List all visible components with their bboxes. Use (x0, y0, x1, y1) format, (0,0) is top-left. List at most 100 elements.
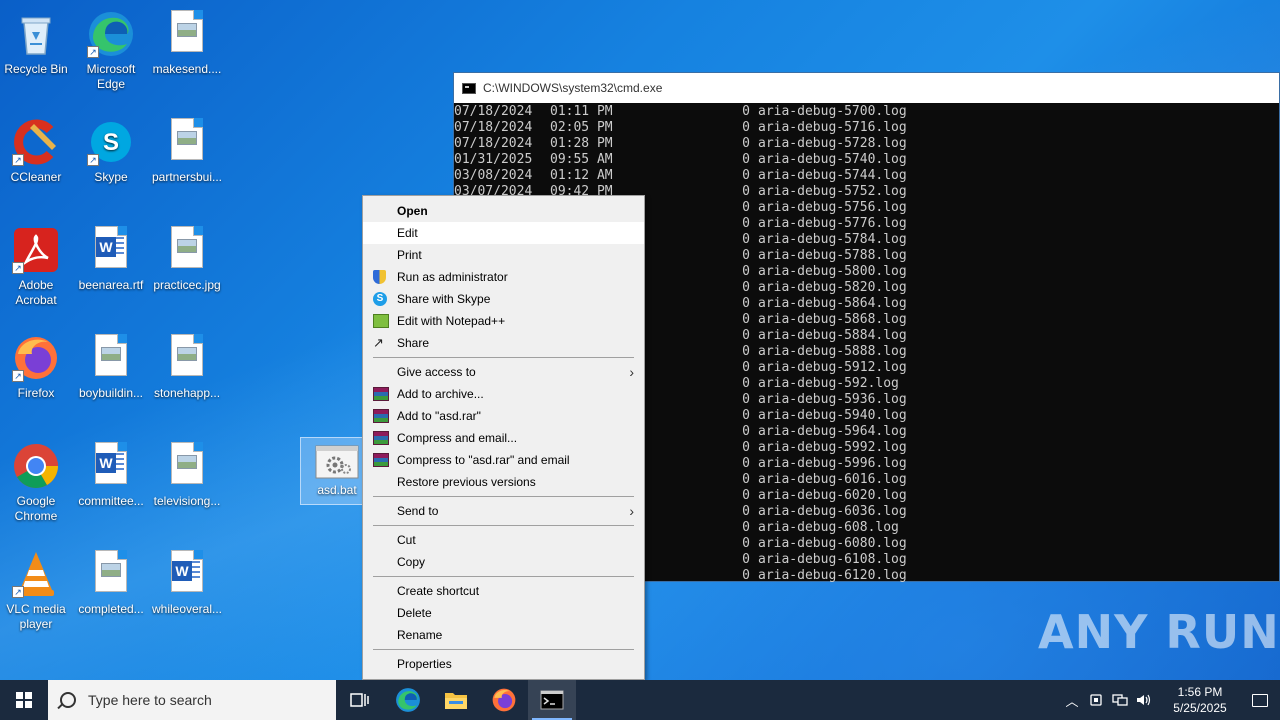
taskbar-firefox-button[interactable] (480, 680, 528, 720)
menu-item-print[interactable]: Print (363, 244, 644, 266)
menu-item-cut[interactable]: Cut (363, 529, 644, 551)
cmd-size: 0 (742, 456, 750, 471)
cmd-titlebar[interactable]: C:\WINDOWS\system32\cmd.exe (454, 73, 1279, 103)
desktop-icon-beenarea-rtf[interactable]: W beenarea.rtf (73, 220, 149, 320)
network-icon[interactable] (1108, 680, 1132, 720)
firefox-icon (492, 688, 516, 712)
menu-item-label: Run as administrator (397, 270, 508, 284)
menu-item-compress-to-asd-rar-and-email[interactable]: Compress to "asd.rar" and email (363, 449, 644, 471)
menu-item-label: Give access to (397, 365, 476, 379)
desktop-icon-label: stonehapp... (153, 386, 221, 400)
cmd-name: aria-debug-5912.log (758, 360, 907, 375)
taskbar-edge-button[interactable] (384, 680, 432, 720)
menu-separator (363, 646, 644, 653)
menu-item-give-access-to[interactable]: Give access to › (363, 361, 644, 383)
desktop-icon-whileoveral[interactable]: W whileoveral... (149, 544, 225, 644)
cmd-name: aria-debug-6108.log (758, 552, 907, 567)
menu-item-label: Open (397, 204, 428, 218)
desktop-icon-label: Recycle Bin (4, 62, 68, 76)
notification-center-button[interactable] (1240, 680, 1280, 720)
desktop-icon-label: partnersbui... (151, 170, 223, 184)
desktop-icon-committee[interactable]: W committee... (73, 436, 149, 536)
cmd-size: 0 (742, 280, 750, 295)
desktop-icon-stonehapp[interactable]: stonehapp... (149, 328, 225, 428)
desktop-icon-makesend[interactable]: makesend.... (149, 4, 225, 104)
menu-item-add-to-asd-rar[interactable]: Add to "asd.rar" (363, 405, 644, 427)
desktop-icon-completed[interactable]: completed... (73, 544, 149, 644)
menu-item-label: Delete (397, 606, 432, 620)
desktop-icon-boybuildin[interactable]: boybuildin... (73, 328, 149, 428)
image-file-icon (163, 118, 211, 166)
menu-item-label: Add to "asd.rar" (397, 409, 481, 423)
shortcut-arrow-icon: ↗ (87, 46, 99, 58)
folder-icon (445, 693, 467, 709)
menu-item-compress-and-email[interactable]: Compress and email... (363, 427, 644, 449)
menu-separator (363, 573, 644, 580)
desktop-icon-firefox[interactable]: ↗ Firefox (0, 328, 74, 428)
winrar-icon (373, 387, 389, 401)
taskbar-cmd-button[interactable] (528, 680, 576, 720)
cmd-date: 07/18/2024 (454, 120, 533, 135)
cmd-output-line: 07/18/2024 01:11 PM 0 aria-debug-5700.log (454, 104, 1279, 120)
menu-item-label: Rename (397, 628, 443, 642)
menu-item-share[interactable]: ↗ Share (363, 332, 644, 354)
shortcut-arrow-icon: ↗ (87, 154, 99, 166)
taskbar-clock[interactable]: 1:56 PM 5/25/2025 (1160, 684, 1240, 716)
cmd-output-line: 07/18/2024 02:05 PM 0 aria-debug-5716.log (454, 120, 1279, 136)
desktop-icon-label: makesend.... (152, 62, 222, 76)
desktop-icon-televisiong[interactable]: televisiong... (149, 436, 225, 536)
menu-item-properties[interactable]: Properties (363, 653, 644, 675)
taskbar-file-explorer-button[interactable] (432, 680, 480, 720)
taskbar-search-box[interactable]: Type here to search (48, 680, 336, 720)
menu-item-restore-previous-versions[interactable]: Restore previous versions (363, 471, 644, 493)
cmd-output-line: 07/18/2024 01:28 PM 0 aria-debug-5728.log (454, 136, 1279, 152)
desktop-icon-microsoft-edge[interactable]: ↗ Microsoft Edge (73, 4, 149, 104)
cmd-name: aria-debug-5992.log (758, 440, 907, 455)
desktop-icon-partnersbui[interactable]: partnersbui... (149, 112, 225, 212)
menu-item-copy[interactable]: Copy (363, 551, 644, 573)
chevron-right-icon: › (629, 364, 634, 380)
menu-item-run-as-administrator[interactable]: Run as administrator (363, 266, 644, 288)
start-button[interactable] (0, 680, 48, 720)
desktop-icon-ccleaner[interactable]: ↗ CCleaner (0, 112, 74, 212)
skype-icon: S ↗ (87, 118, 135, 166)
desktop-icon-google-chrome[interactable]: Google Chrome (0, 436, 74, 536)
cmd-size: 0 (742, 536, 750, 551)
desktop-icon-label: whileoveral... (151, 602, 223, 616)
menu-item-edit[interactable]: Edit (363, 222, 644, 244)
recycle-bin-icon (12, 10, 60, 58)
cmd-size: 0 (742, 552, 750, 567)
cmd-name: aria-debug-6016.log (758, 472, 907, 487)
cmd-size: 0 (742, 104, 750, 119)
menu-item-create-shortcut[interactable]: Create shortcut (363, 580, 644, 602)
edge-icon (396, 688, 420, 712)
cmd-name: aria-debug-5784.log (758, 232, 907, 247)
menu-item-open[interactable]: Open (363, 200, 644, 222)
desktop-icon-skype[interactable]: S ↗ Skype (73, 112, 149, 212)
chevron-up-icon[interactable]: ︿ (1060, 680, 1084, 720)
device-icon[interactable] (1084, 680, 1108, 720)
menu-item-share-with-skype[interactable]: S Share with Skype (363, 288, 644, 310)
menu-item-delete[interactable]: Delete (363, 602, 644, 624)
desktop-icon-adobe-acrobat[interactable]: ↗ Adobe Acrobat (0, 220, 74, 320)
cmd-name: aria-debug-5868.log (758, 312, 907, 327)
cmd-size: 0 (742, 232, 750, 247)
desktop-icon-practicec-jpg[interactable]: practicec.jpg (149, 220, 225, 320)
volume-icon[interactable] (1132, 680, 1156, 720)
desktop-icon-vlc[interactable]: ↗ VLC media player (0, 544, 74, 644)
menu-item-rename[interactable]: Rename (363, 624, 644, 646)
cmd-name: aria-debug-5744.log (758, 168, 907, 183)
desktop-icon-recycle-bin[interactable]: Recycle Bin (0, 4, 74, 104)
menu-item-add-to-archive[interactable]: Add to archive... (363, 383, 644, 405)
cmd-size: 0 (742, 328, 750, 343)
winrar-icon (373, 431, 389, 445)
desktop-icon-label: committee... (78, 494, 144, 508)
menu-item-send-to[interactable]: Send to › (363, 500, 644, 522)
menu-item-edit-with-notepad[interactable]: Edit with Notepad++ (363, 310, 644, 332)
system-tray: ︿ 1:56 PM 5/25/2025 (1060, 680, 1280, 720)
task-view-button[interactable] (336, 680, 384, 720)
menu-item-label: Edit (397, 226, 418, 240)
winrar-icon (373, 453, 389, 467)
menu-item-label: Add to archive... (397, 387, 484, 401)
cmd-name: aria-debug-5756.log (758, 200, 907, 215)
